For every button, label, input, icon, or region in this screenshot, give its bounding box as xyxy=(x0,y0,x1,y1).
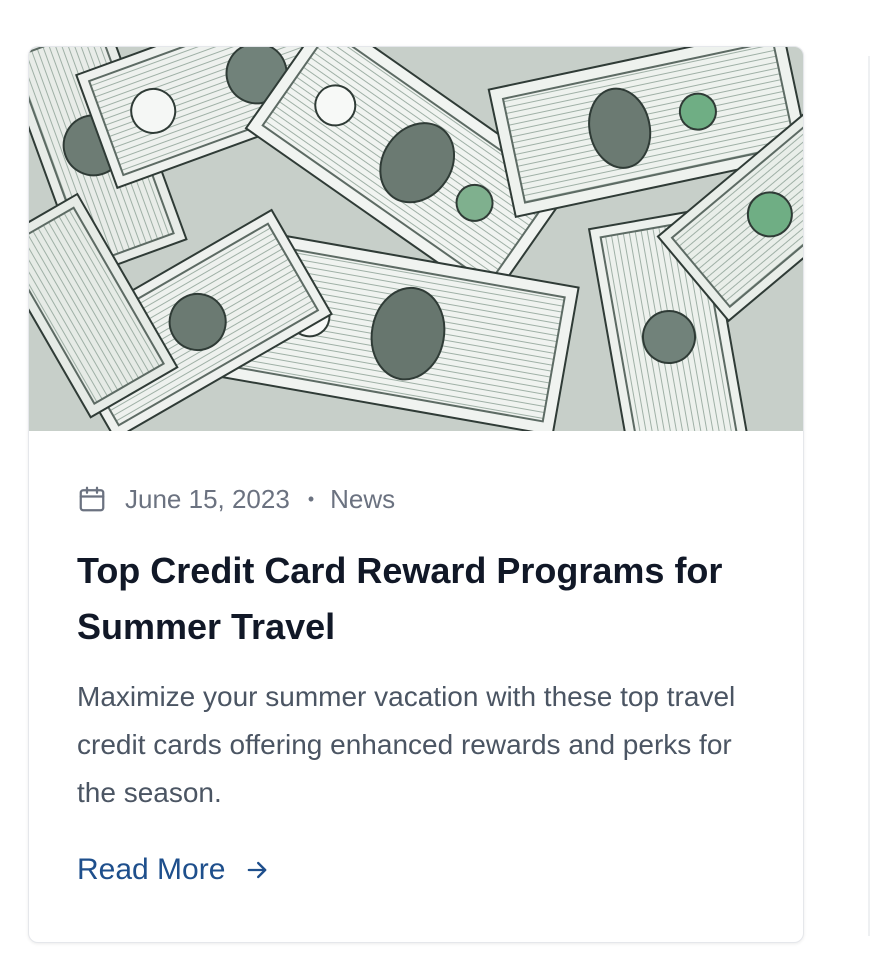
article-meta: June 15, 2023 • News xyxy=(77,479,757,519)
meta-separator: • xyxy=(307,488,315,509)
read-more-label: Read More xyxy=(77,853,226,886)
article-image[interactable] xyxy=(29,47,803,431)
article-date: June 15, 2023 xyxy=(125,483,290,514)
calendar-icon xyxy=(77,484,107,514)
read-more-link[interactable]: Read More xyxy=(77,853,271,887)
money-image xyxy=(29,47,803,431)
article-category[interactable]: News xyxy=(330,484,395,515)
arrow-right-icon xyxy=(243,856,271,884)
article-excerpt: Maximize your summer vacation with these… xyxy=(77,681,736,808)
article-card: June 15, 2023 • News Top Credit Card Rew… xyxy=(28,46,804,943)
article-title[interactable]: Top Credit Card Reward Programs for Summ… xyxy=(77,543,737,655)
page: June 15, 2023 • News Top Credit Card Rew… xyxy=(0,0,870,964)
card-content: June 15, 2023 • News Top Credit Card Rew… xyxy=(77,479,757,887)
